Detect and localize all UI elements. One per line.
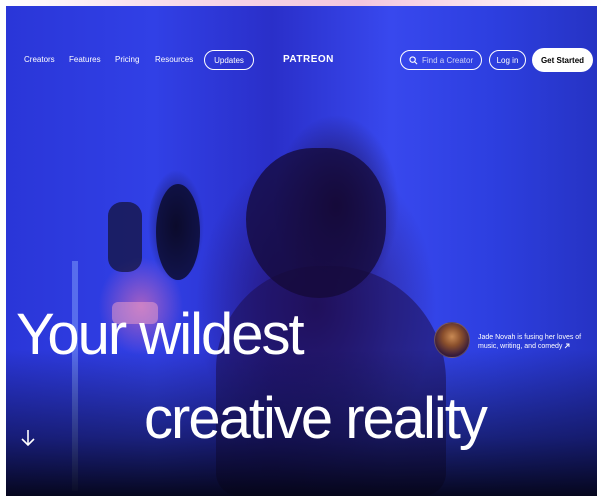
arrow-up-right-icon <box>565 343 570 349</box>
creator-caption[interactable]: Jade Novah is fusing her loves of music,… <box>478 333 598 351</box>
nav-link-pricing[interactable]: Pricing <box>115 55 139 64</box>
get-started-button[interactable]: Get Started <box>532 48 593 72</box>
hero-headline-line-1: Your wildest <box>16 302 305 367</box>
brand-logo[interactable]: PATREON <box>283 54 334 65</box>
search-placeholder: Find a Creator <box>422 55 474 65</box>
hero-headline-line-2: creative reality <box>144 386 488 451</box>
top-navigation: Creators Features Pricing Resources Upda… <box>0 48 602 74</box>
creator-avatar[interactable] <box>434 322 470 358</box>
login-button[interactable]: Log in <box>489 50 526 70</box>
nav-link-features[interactable]: Features <box>69 55 101 64</box>
updates-button[interactable]: Updates <box>204 50 254 70</box>
arrow-down-icon[interactable] <box>18 428 38 448</box>
search-icon <box>409 55 418 64</box>
nav-link-creators[interactable]: Creators <box>24 55 55 64</box>
search-creator-input[interactable]: Find a Creator <box>400 50 482 70</box>
nav-link-resources[interactable]: Resources <box>155 55 193 64</box>
